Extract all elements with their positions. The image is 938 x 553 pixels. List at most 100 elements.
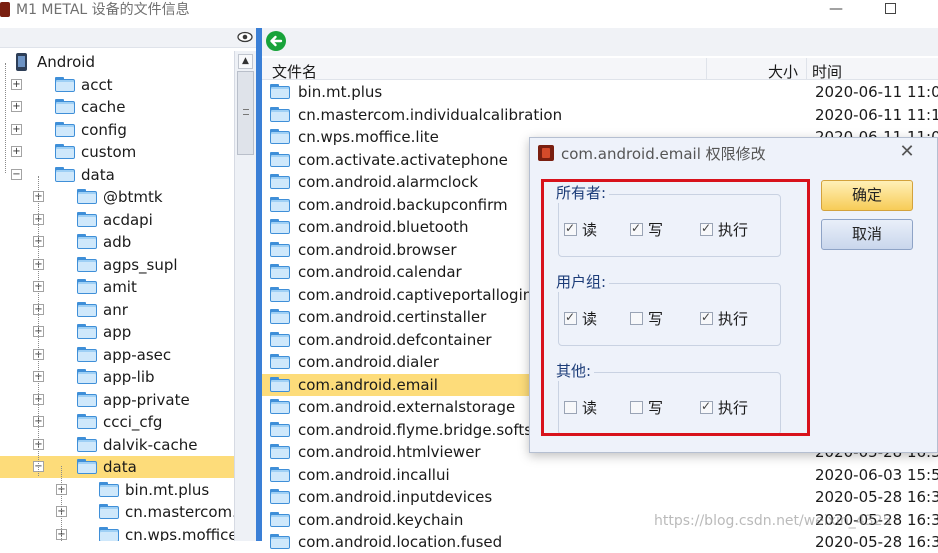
folder-icon bbox=[55, 99, 75, 114]
close-icon[interactable]: ✕ bbox=[896, 141, 918, 163]
tree-item-agps-supl[interactable]: + agps_supl bbox=[0, 254, 234, 276]
file-name: com.android.inputdevices bbox=[298, 488, 493, 506]
folder-icon bbox=[77, 279, 97, 294]
file-time: 2020-06-11 11:02 bbox=[815, 83, 938, 101]
folder-icon bbox=[270, 219, 290, 234]
file-name: cn.mastercom.individualcalibration bbox=[298, 105, 563, 124]
folder-icon bbox=[55, 121, 75, 137]
folder-tree[interactable]: Android + acct + cache + config + custom − data + @b… bbox=[0, 51, 234, 541]
column-name-header[interactable]: 文件名 bbox=[272, 61, 317, 82]
tree-item-app-private[interactable]: + app-private bbox=[0, 389, 234, 411]
tree-scrollbar[interactable]: ▲ bbox=[234, 51, 256, 541]
file-time: 2020-05-28 16:39 bbox=[815, 488, 938, 506]
tree-guide-line bbox=[5, 63, 6, 173]
ok-button[interactable]: 确定 bbox=[821, 180, 913, 211]
folder-icon bbox=[270, 466, 290, 482]
tree-item-config[interactable]: + config bbox=[0, 119, 234, 141]
phone-icon bbox=[16, 53, 27, 71]
folder-icon bbox=[270, 84, 290, 99]
tree-item-app-asec[interactable]: + app-asec bbox=[0, 344, 234, 366]
collapse-icon[interactable]: − bbox=[11, 168, 22, 180]
tree-item-amit[interactable]: + amit bbox=[0, 276, 234, 298]
tree-item-label: app-private bbox=[103, 390, 190, 409]
tree-item-cn-wps-moffice-lite[interactable]: +cn.wps.moffice.lite bbox=[0, 524, 234, 542]
tree-item-label: @btmtk bbox=[103, 188, 163, 206]
folder-icon bbox=[270, 174, 290, 189]
tree-item-label: cache bbox=[81, 98, 126, 116]
back-button[interactable] bbox=[266, 31, 286, 51]
tree-item-bin-mt-plus[interactable]: + bin.mt.plus bbox=[0, 479, 234, 501]
file-row[interactable]: com.android.inputdevices 2020-05-28 16:39 bbox=[262, 486, 938, 508]
folder-icon bbox=[270, 511, 290, 527]
folder-icon bbox=[77, 256, 97, 272]
minimize-button[interactable]: — bbox=[816, 0, 856, 20]
file-name: cn.wps.moffice.lite bbox=[298, 128, 439, 146]
eye-icon[interactable] bbox=[237, 31, 253, 43]
folder-icon bbox=[77, 324, 97, 339]
folder-icon bbox=[99, 504, 119, 519]
tree-item-ccci-cfg[interactable]: + ccci_cfg bbox=[0, 411, 234, 433]
column-divider[interactable] bbox=[706, 58, 707, 80]
tree-item-custom[interactable]: + custom bbox=[0, 141, 234, 163]
tree-item-data[interactable]: − data bbox=[0, 456, 234, 478]
column-divider[interactable] bbox=[806, 58, 807, 80]
folder-icon bbox=[77, 459, 97, 474]
maximize-button[interactable] bbox=[870, 0, 910, 20]
tree-item-label: anr bbox=[103, 300, 128, 319]
file-row[interactable]: bin.mt.plus 2020-06-11 11:02 bbox=[262, 81, 938, 103]
folder-icon bbox=[77, 369, 97, 384]
tree-item-label: agps_supl bbox=[103, 255, 178, 274]
tree-item-label: cn.mastercom.ind bbox=[125, 503, 234, 521]
file-row[interactable]: cn.mastercom.individualcalibration 2020-0… bbox=[262, 104, 938, 126]
tree-item-label: amit bbox=[103, 278, 137, 296]
tree-item-label: acct bbox=[81, 75, 113, 94]
expand-icon[interactable]: + bbox=[11, 146, 22, 157]
tree-item-acdapi[interactable]: + acdapi bbox=[0, 209, 234, 231]
file-name: com.android.location.fused bbox=[298, 533, 503, 551]
tree-item-label: data bbox=[103, 458, 137, 476]
folder-icon bbox=[99, 481, 119, 497]
folder-icon bbox=[55, 144, 75, 159]
file-name: com.android.certinstaller bbox=[298, 308, 487, 326]
folder-icon bbox=[55, 166, 75, 182]
folder-icon bbox=[270, 534, 290, 549]
folder-icon bbox=[270, 129, 290, 144]
scroll-thumb[interactable] bbox=[237, 71, 254, 155]
column-time-header[interactable]: 时间 bbox=[812, 61, 842, 82]
file-row[interactable]: com.android.incallui 2020-06-03 15:57 bbox=[262, 464, 938, 486]
tree-item-anr[interactable]: + anr bbox=[0, 299, 234, 321]
folder-icon bbox=[77, 301, 97, 317]
expand-icon[interactable]: + bbox=[11, 78, 22, 90]
tree-item-acct[interactable]: + acct bbox=[0, 74, 234, 96]
folder-icon bbox=[270, 376, 290, 392]
expand-icon[interactable]: + bbox=[11, 101, 22, 112]
tree-item-data[interactable]: − data bbox=[0, 164, 234, 186]
file-name: com.android.dialer bbox=[298, 353, 439, 371]
expand-icon[interactable]: + bbox=[11, 123, 22, 135]
tree-guide-line bbox=[61, 466, 62, 541]
list-toolbar bbox=[262, 28, 938, 56]
tree-item-adb[interactable]: + adb bbox=[0, 231, 234, 253]
file-name: com.android.captiveportallogin bbox=[298, 285, 533, 304]
scroll-up-arrow-icon[interactable]: ▲ bbox=[238, 54, 253, 69]
dialog-title: com.android.email 权限修改 bbox=[561, 145, 766, 163]
tree-item-label: acdapi bbox=[103, 210, 153, 229]
tree-item-android[interactable]: Android bbox=[0, 51, 234, 73]
file-time: 2020-05-28 16:39 bbox=[815, 533, 938, 551]
file-name: bin.mt.plus bbox=[298, 83, 383, 101]
tree-item-label: app bbox=[103, 323, 132, 341]
tree-item-dalvik-cache[interactable]: + dalvik-cache bbox=[0, 434, 234, 456]
cancel-button[interactable]: 取消 bbox=[821, 219, 913, 250]
file-row[interactable]: com.android.location.fused 2020-05-28 16:… bbox=[262, 531, 938, 553]
tree-item-cn-mastercom-ind[interactable]: +cn.mastercom.ind bbox=[0, 501, 234, 523]
folder-icon bbox=[99, 526, 119, 541]
tree-item-label: cn.wps.moffice.lite bbox=[125, 525, 234, 542]
file-name: com.android.flyme.bridge.softsi bbox=[298, 420, 537, 439]
tree-item-cache[interactable]: + cache bbox=[0, 96, 234, 118]
tree-item-app[interactable]: + app bbox=[0, 321, 234, 343]
tree-item-app-lib[interactable]: + app-lib bbox=[0, 366, 234, 388]
folder-icon bbox=[270, 444, 290, 459]
column-size-header[interactable]: 大小 bbox=[768, 61, 798, 82]
tree-item--btmtk[interactable]: + @btmtk bbox=[0, 186, 234, 208]
tree-guide-line bbox=[38, 176, 39, 476]
